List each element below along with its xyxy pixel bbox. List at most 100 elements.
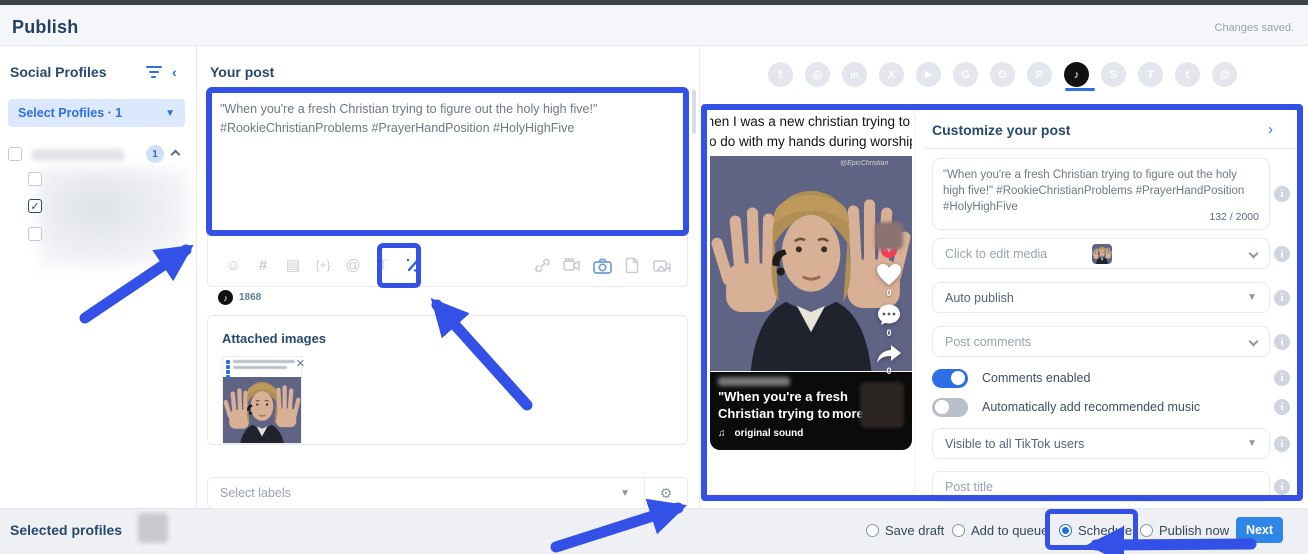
meme-caption: When I was a new christian trying to fig… <box>710 112 912 156</box>
network-icon-google-business[interactable]: G <box>953 62 978 87</box>
network-icon-youtube[interactable]: ▶ <box>916 62 941 87</box>
edit-media-field[interactable]: Click to edit media <box>932 238 1270 269</box>
info-icon[interactable]: i <box>1274 370 1290 386</box>
text-format-icon[interactable]: T <box>368 257 398 274</box>
scrollbar-thumb[interactable] <box>692 90 696 134</box>
group-count-badge: 1 <box>146 145 164 163</box>
network-icon-tiktok[interactable]: ♪ <box>1064 62 1089 87</box>
info-icon[interactable]: i <box>1274 186 1290 202</box>
comment-icon[interactable] <box>877 304 901 326</box>
music-note-icon: ♫ <box>718 428 726 439</box>
network-icon-x-twitter[interactable]: X <box>879 62 904 87</box>
network-icon-pinterest[interactable]: P <box>1027 62 1052 87</box>
save-status: Changes saved. <box>1215 22 1295 34</box>
variables-icon[interactable]: {+} <box>308 258 338 272</box>
customize-post-title: Customize your post <box>932 122 1070 138</box>
info-icon[interactable]: i <box>1274 436 1290 452</box>
comment-count: 0 <box>886 328 891 338</box>
profile-checkbox-2[interactable]: ✓ <box>28 199 42 213</box>
collapse-panel-icon[interactable]: › <box>1268 121 1273 138</box>
info-icon[interactable]: i <box>1274 290 1290 306</box>
network-icon-reddit[interactable]: ʘ <box>990 62 1015 87</box>
gear-icon[interactable]: ⚙ <box>645 485 687 502</box>
radio-icon[interactable] <box>866 524 879 537</box>
char-counter: 132 / 2000 <box>1209 210 1259 225</box>
network-icon-linkedin[interactable]: in <box>842 62 867 87</box>
saved-captions-icon[interactable]: ▤ <box>278 256 308 274</box>
next-button[interactable]: Next <box>1236 517 1283 543</box>
caret-down-icon: ▼ <box>1247 292 1257 303</box>
tiktok-action-rail: + 0 0 0 <box>872 222 906 382</box>
chevron-down-icon <box>1249 337 1259 347</box>
meme-watermark: @EpicChristian <box>840 160 888 167</box>
hashtag-icon[interactable]: # <box>248 257 278 274</box>
network-icon-facebook[interactable]: f <box>768 62 793 87</box>
video-icon[interactable] <box>557 257 587 274</box>
network-icon-telegram[interactable]: T <box>1138 62 1163 87</box>
link-icon[interactable] <box>527 256 557 274</box>
remove-image-icon[interactable]: × <box>296 355 305 372</box>
radio-icon[interactable] <box>952 524 965 537</box>
emoji-icon[interactable]: ☺ <box>218 257 248 274</box>
customized-caption-input[interactable]: "When you're a fresh Christian trying to… <box>932 158 1270 230</box>
filter-icon[interactable] <box>146 66 162 78</box>
select-labels-dropdown[interactable]: Select labels ▼ ⚙ <box>207 477 688 509</box>
music-toggle-row: Automatically add recommended music <box>932 397 1282 417</box>
avatar[interactable] <box>875 222 903 250</box>
profile-group-name-redacted <box>32 149 124 161</box>
attached-image-thumbnail[interactable] <box>222 356 302 444</box>
recommended-music-toggle[interactable] <box>932 398 968 417</box>
radio-selected-icon[interactable] <box>1059 524 1072 537</box>
publish-now-option[interactable]: Publish now <box>1140 523 1229 538</box>
profile-checkbox-1[interactable] <box>28 172 42 186</box>
ai-wand-icon[interactable] <box>398 256 428 274</box>
network-icon-instagram[interactable]: ◎ <box>805 62 830 87</box>
select-profiles-dropdown[interactable]: Select Profiles · 1 ▼ <box>8 99 185 127</box>
post-comments-field[interactable]: Post comments <box>932 326 1270 357</box>
save-draft-option[interactable]: Save draft <box>866 523 944 538</box>
selected-profile-avatar <box>138 513 168 543</box>
post-title-field[interactable]: Post title <box>932 471 1270 502</box>
tiktok-icon: ♪ <box>218 290 233 305</box>
divider <box>925 148 1297 149</box>
publish-mode-select[interactable]: Auto publish ▼ <box>932 282 1270 313</box>
select-labels-placeholder: Select labels <box>208 486 606 500</box>
info-icon[interactable]: i <box>1274 399 1290 415</box>
profile-group-checkbox[interactable] <box>8 147 22 161</box>
network-icon-snapchat[interactable]: S <box>1101 62 1126 87</box>
like-count: 0 <box>886 288 891 298</box>
camera-icon[interactable] <box>587 256 617 273</box>
chevron-down-icon <box>1249 249 1259 259</box>
share-icon[interactable] <box>876 344 902 364</box>
radio-icon[interactable] <box>1140 524 1153 537</box>
mention-icon[interactable]: @ <box>338 257 368 274</box>
username-redacted <box>718 377 790 386</box>
collapse-sidebar-icon[interactable]: ‹ <box>172 64 177 80</box>
info-icon[interactable]: i <box>1274 479 1290 495</box>
profile-avatars-redacted <box>38 168 190 268</box>
info-icon[interactable]: i <box>1274 334 1290 350</box>
heart-icon[interactable] <box>876 263 902 286</box>
comments-toggle-row: Comments enabled <box>932 368 1282 388</box>
selected-profiles-label: Selected profiles <box>10 522 122 538</box>
post-text-input[interactable]: "When you're a fresh Christian trying to… <box>220 100 676 220</box>
network-icon-threads[interactable]: @ <box>1212 62 1237 87</box>
composer-toolbar: ☺ # ▤ {+} @ T <box>208 244 687 286</box>
media-library-icon[interactable] <box>647 256 677 273</box>
network-tabs: f ◎ in X ▶ G ʘ P ♪ S T t @ <box>768 62 1243 90</box>
file-icon[interactable] <box>617 256 647 274</box>
select-profiles-label: Select Profiles · 1 <box>18 106 165 120</box>
info-icon[interactable]: i <box>1274 246 1290 262</box>
schedule-option[interactable]: Schedule <box>1059 523 1132 538</box>
attached-images-title: Attached images <box>222 331 326 346</box>
chevron-down-icon: ▼ <box>606 488 644 499</box>
sound-record-thumbnail <box>860 382 904 428</box>
comments-enabled-toggle[interactable] <box>932 369 968 388</box>
caret-down-icon: ▼ <box>1247 438 1257 449</box>
media-thumbnail <box>1092 244 1112 264</box>
visibility-select[interactable]: Visible to all TikTok users ▼ <box>932 428 1270 459</box>
profile-checkbox-3[interactable] <box>28 227 42 241</box>
network-icon-tumblr[interactable]: t <box>1175 62 1200 87</box>
chevron-down-icon: ▼ <box>165 108 175 119</box>
add-to-queue-option[interactable]: Add to queue <box>952 523 1048 538</box>
